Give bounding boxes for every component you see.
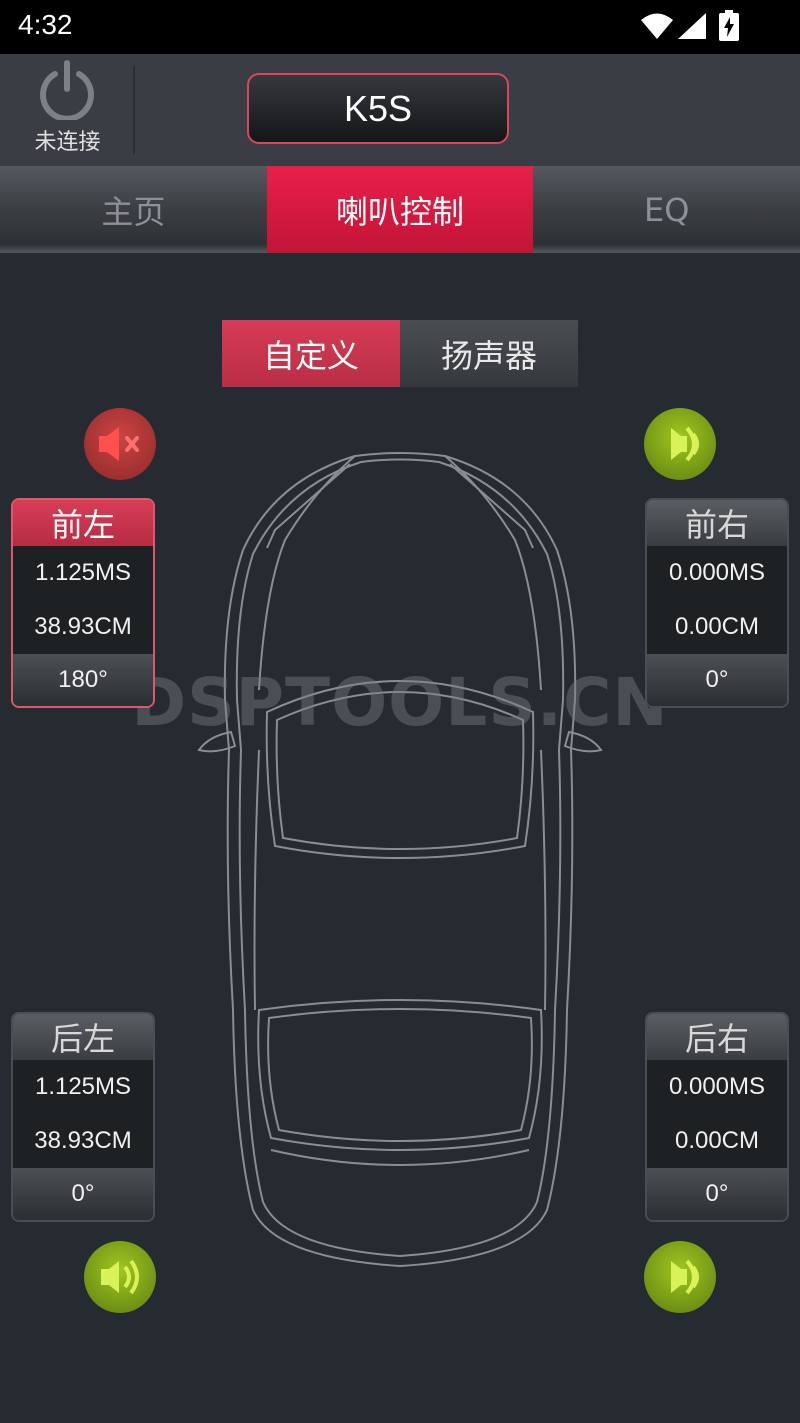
connection-status: 未连接: [34, 130, 101, 155]
mode-switch: 自定义 扬声器: [222, 320, 578, 387]
tab-home[interactable]: 主页: [0, 166, 267, 253]
mode-speaker-button[interactable]: 扬声器: [400, 320, 578, 387]
power-icon: [40, 60, 94, 120]
channel-delay: 1.125MS: [13, 1060, 153, 1114]
channel-phase[interactable]: 180°: [13, 654, 153, 706]
channel-phase[interactable]: 0°: [647, 654, 787, 706]
status-time: 4:32: [18, 9, 73, 40]
channel-distance: 38.93CM: [13, 600, 153, 654]
wifi-icon: [640, 12, 674, 44]
speaker-muted-icon: [99, 427, 139, 461]
tab-bar: 主页 喇叭控制 EQ: [0, 166, 800, 253]
front-right-mute-button[interactable]: [644, 408, 716, 480]
app-header: 未连接 K5S: [0, 54, 800, 166]
battery-charging-icon: [718, 10, 740, 46]
rear-left-mute-button[interactable]: [84, 1241, 156, 1313]
channel-phase[interactable]: 0°: [647, 1168, 787, 1220]
channel-distance: 38.93CM: [13, 1114, 153, 1168]
rear-right-mute-button[interactable]: [644, 1241, 716, 1313]
header-divider: [133, 66, 135, 154]
channel-delay: 0.000MS: [647, 546, 787, 600]
signal-icon: [677, 12, 707, 44]
channel-distance: 0.00CM: [647, 1114, 787, 1168]
channel-card-front-left[interactable]: 前左 1.125MS 38.93CM 180°: [11, 498, 155, 708]
speaker-on-icon: [101, 1259, 139, 1295]
status-bar: 4:32: [0, 0, 800, 54]
channel-card-rear-left[interactable]: 后左 1.125MS 38.93CM 0°: [11, 1012, 155, 1222]
speaker-on-icon: [671, 1259, 699, 1295]
channel-name: 前左: [13, 500, 153, 546]
channel-delay: 1.125MS: [13, 546, 153, 600]
channel-card-front-right[interactable]: 前右 0.000MS 0.00CM 0°: [645, 498, 789, 708]
power-button[interactable]: 未连接: [20, 54, 115, 166]
device-model-button[interactable]: K5S: [247, 73, 509, 144]
car-diagram: [197, 452, 603, 1268]
channel-name: 后左: [13, 1014, 153, 1060]
channel-name: 后右: [647, 1014, 787, 1060]
channel-name: 前右: [647, 500, 787, 546]
tab-eq[interactable]: EQ: [533, 166, 800, 253]
tab-speaker-control[interactable]: 喇叭控制: [266, 166, 534, 253]
mode-custom-button[interactable]: 自定义: [222, 320, 400, 387]
front-left-mute-button[interactable]: [84, 408, 156, 480]
speaker-on-icon: [671, 426, 699, 462]
channel-distance: 0.00CM: [647, 600, 787, 654]
channel-delay: 0.000MS: [647, 1060, 787, 1114]
channel-card-rear-right[interactable]: 后右 0.000MS 0.00CM 0°: [645, 1012, 789, 1222]
channel-phase[interactable]: 0°: [13, 1168, 153, 1220]
